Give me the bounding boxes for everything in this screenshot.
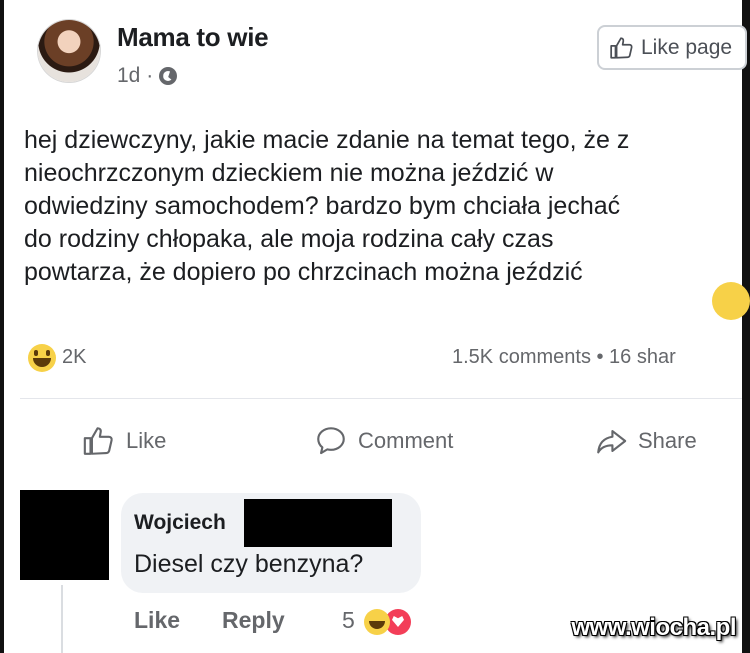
page-name[interactable]: Mama to wie xyxy=(117,22,269,53)
share-button[interactable]: Share xyxy=(594,424,697,458)
like-label: Like xyxy=(126,428,167,453)
comment-text: Diesel czy benzyna? xyxy=(134,550,364,578)
emoji-icon xyxy=(712,282,750,320)
left-frame-edge xyxy=(0,0,4,653)
comment-label: Comment xyxy=(358,428,454,453)
commenter-avatar-redacted[interactable] xyxy=(20,490,109,580)
post-text: hej dziewczyny, jakie macie zdanie na te… xyxy=(24,126,630,286)
reactions-count[interactable]: 2K xyxy=(62,346,86,369)
right-frame-edge xyxy=(742,0,750,653)
haha-reaction-icon[interactable] xyxy=(28,344,56,372)
haha-reaction-icon[interactable] xyxy=(364,609,390,635)
like-button[interactable]: Like xyxy=(82,424,166,458)
globe-icon xyxy=(159,67,178,85)
watermark: www.wiocha.pl xyxy=(571,614,736,641)
comment-like-button[interactable]: Like xyxy=(134,607,180,634)
comment-reply-button[interactable]: Reply xyxy=(222,607,285,634)
comment-icon xyxy=(317,427,345,455)
like-page-button[interactable]: Like page xyxy=(597,25,747,70)
like-page-label: Like page xyxy=(641,35,733,59)
comment-button[interactable]: Comment xyxy=(314,424,453,458)
thumbs-up-icon xyxy=(83,427,113,455)
redacted-surname xyxy=(244,499,392,547)
share-label: Share xyxy=(638,428,697,453)
share-icon xyxy=(597,430,627,454)
divider xyxy=(20,398,742,399)
comment-reaction-count[interactable]: 5 xyxy=(342,607,355,634)
post-time[interactable]: 1d · xyxy=(117,64,153,88)
thumbs-up-icon xyxy=(610,36,633,59)
page-avatar[interactable] xyxy=(38,20,100,82)
commenter-name[interactable]: Wojciech xyxy=(134,511,226,535)
comments-shares-count[interactable]: 1.5K comments • 16 shar xyxy=(452,346,676,369)
thread-line xyxy=(61,585,63,653)
post-meta: 1d · xyxy=(117,64,178,88)
